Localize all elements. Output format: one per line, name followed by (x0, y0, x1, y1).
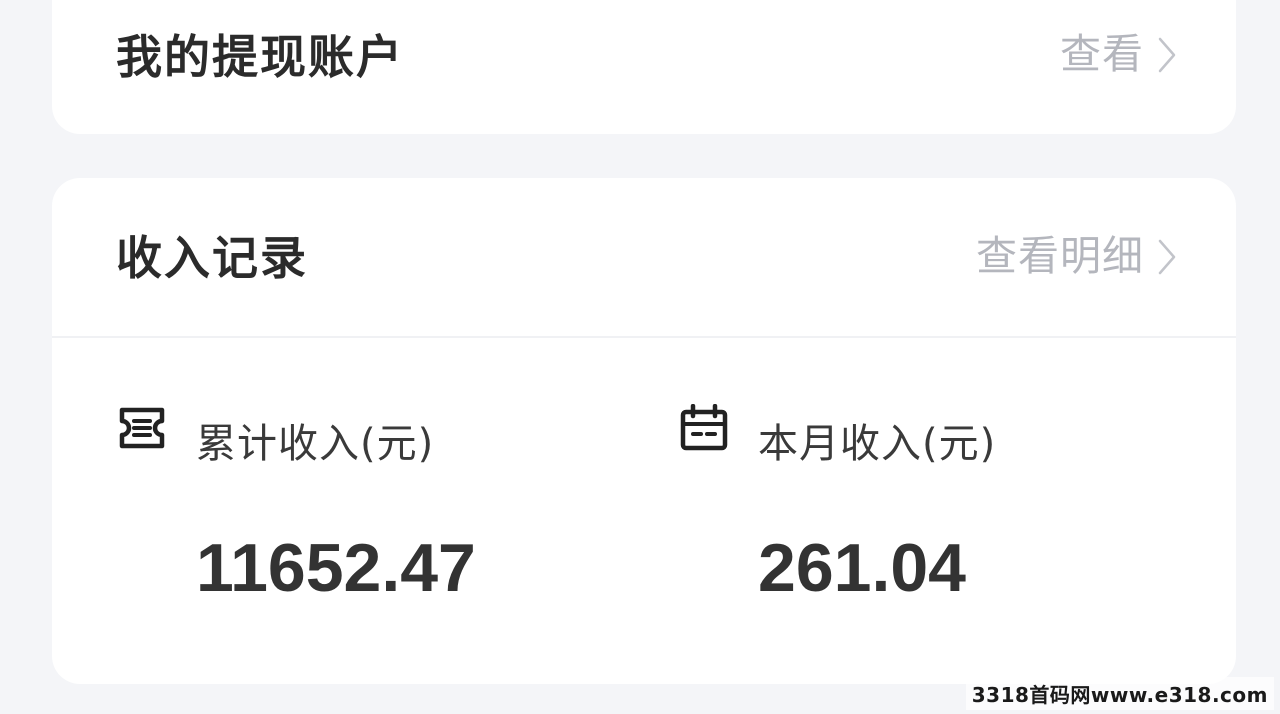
watermark: 3318首码网www.e318.com (965, 677, 1274, 710)
withdraw-account-title: 我的提现账户 (116, 30, 404, 84)
total-income-stat: 累计收入(元) 11652.47 (116, 404, 476, 602)
withdraw-account-card[interactable]: 我的提现账户 查看 (52, 0, 1236, 134)
month-income-label: 本月收入(元) (758, 421, 997, 467)
total-income-value: 11652.47 (196, 530, 476, 606)
income-record-card: 收入记录 查看明细 累计收入(元) 11652.47 本月收入(元) 261.0… (52, 178, 1236, 684)
chevron-right-icon (1158, 239, 1176, 274)
ticket-icon (119, 407, 165, 449)
total-income-label: 累计收入(元) (196, 421, 435, 467)
income-detail-link[interactable]: 查看明细 (976, 236, 1178, 277)
month-income-value: 261.04 (758, 530, 966, 606)
chevron-right-icon (1158, 37, 1176, 72)
calendar-icon (680, 404, 728, 451)
month-income-stat: 本月收入(元) 261.04 (678, 404, 996, 602)
income-record-title: 收入记录 (116, 231, 308, 285)
divider (52, 336, 1236, 338)
income-detail-label: 查看明细 (976, 232, 1144, 280)
withdraw-account-view-label: 查看 (1060, 30, 1144, 78)
withdraw-account-view-link[interactable]: 查看 (1060, 34, 1178, 75)
